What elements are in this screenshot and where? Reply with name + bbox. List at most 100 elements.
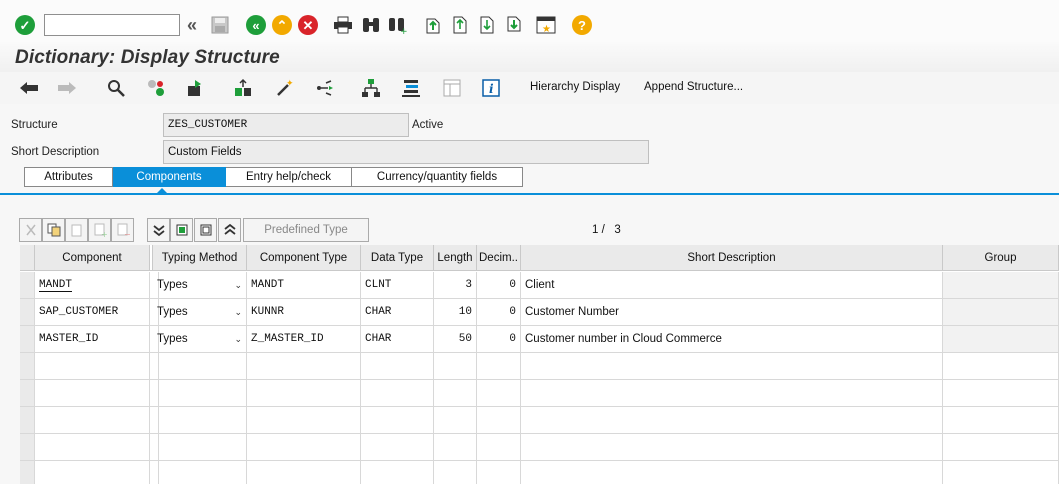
back-icon[interactable]: « <box>245 14 267 36</box>
cell-data-type[interactable]: CHAR <box>361 299 434 326</box>
delete-row-button[interactable]: − <box>111 218 134 242</box>
chevron-down-icon[interactable]: ⌄ <box>234 307 242 318</box>
column-header-short-description[interactable]: Short Description <box>521 245 943 271</box>
column-header-group[interactable]: Group <box>943 245 1059 271</box>
cell-component[interactable]: MASTER_ID <box>35 326 150 353</box>
cell-group[interactable] <box>943 380 1059 407</box>
row-selector[interactable] <box>20 299 35 326</box>
cell-component-type[interactable] <box>247 353 361 380</box>
tab-components[interactable]: Components <box>113 167 226 187</box>
row-selector[interactable] <box>20 461 35 484</box>
other-object-icon[interactable] <box>184 78 206 98</box>
include-expand-button[interactable] <box>170 218 193 242</box>
cell-short-description[interactable]: Client <box>521 272 943 299</box>
tab-currency-quantity-fields[interactable]: Currency/quantity fields <box>352 167 523 187</box>
cell-component[interactable] <box>35 434 150 461</box>
cell-decimals[interactable]: 0 <box>477 326 521 353</box>
cell-length[interactable]: 50 <box>434 326 477 353</box>
cell-length[interactable]: 3 <box>434 272 477 299</box>
structure-field[interactable]: ZES_CUSTOMER <box>163 113 409 137</box>
cell-data-type[interactable]: CLNT <box>361 272 434 299</box>
command-field[interactable] <box>44 14 180 36</box>
back-arrow-icon[interactable] <box>18 78 40 98</box>
chevron-down-icon[interactable]: ⌄ <box>234 334 242 345</box>
cell-typing-method[interactable] <box>153 380 247 407</box>
cell-short-description[interactable] <box>521 461 943 484</box>
column-header-data-type[interactable]: Data Type <box>361 245 434 271</box>
cell-length[interactable] <box>434 380 477 407</box>
select-all-header[interactable] <box>20 245 35 271</box>
cell-group[interactable] <box>943 272 1059 299</box>
cell-decimals[interactable] <box>477 434 521 461</box>
cell-group[interactable] <box>943 299 1059 326</box>
cell-short-description[interactable] <box>521 434 943 461</box>
chevron-down-icon[interactable]: ⌄ <box>234 280 242 291</box>
tab-entry-help-check[interactable]: Entry help/check <box>226 167 352 187</box>
info-icon[interactable]: i <box>480 78 502 98</box>
cell-data-type[interactable] <box>361 353 434 380</box>
cell-component-type[interactable]: MANDT <box>247 272 361 299</box>
row-selector[interactable] <box>20 434 35 461</box>
enter-icon[interactable]: ✓ <box>14 14 36 36</box>
cell-component[interactable] <box>35 407 150 434</box>
cell-component[interactable] <box>35 353 150 380</box>
expand-all-button[interactable] <box>147 218 170 242</box>
table-layout-icon[interactable] <box>441 78 463 98</box>
where-used-icon[interactable] <box>232 78 254 98</box>
cell-data-type[interactable] <box>361 461 434 484</box>
hierarchy-icon[interactable] <box>360 78 382 98</box>
magic-wand-icon[interactable]: ✦ <box>274 78 296 98</box>
cell-data-type[interactable]: CHAR <box>361 326 434 353</box>
cell-decimals[interactable] <box>477 380 521 407</box>
display-change-icon[interactable] <box>105 78 127 98</box>
cell-data-type[interactable] <box>361 407 434 434</box>
cell-component-type[interactable] <box>247 380 361 407</box>
cell-component-type[interactable]: Z_MASTER_ID <box>247 326 361 353</box>
row-selector[interactable] <box>20 380 35 407</box>
previous-page-icon[interactable] <box>449 14 471 36</box>
copy-row-button[interactable] <box>42 218 65 242</box>
row-selector[interactable] <box>20 272 35 299</box>
cell-component[interactable] <box>35 380 150 407</box>
cell-group[interactable] <box>943 461 1059 484</box>
forward-arrow-icon[interactable] <box>56 78 78 98</box>
active-inactive-icon[interactable] <box>145 78 167 98</box>
cell-short-description[interactable] <box>521 353 943 380</box>
collapse-all-button[interactable] <box>218 218 241 242</box>
create-session-icon[interactable]: ★ <box>535 14 557 36</box>
cell-decimals[interactable]: 0 <box>477 299 521 326</box>
cell-typing-method[interactable] <box>153 407 247 434</box>
first-page-icon[interactable] <box>422 14 444 36</box>
command-field-toggle-icon[interactable]: « <box>181 14 203 36</box>
next-page-icon[interactable] <box>476 14 498 36</box>
cell-component[interactable] <box>35 461 150 484</box>
find-icon[interactable] <box>360 14 382 36</box>
cell-component-type[interactable]: KUNNR <box>247 299 361 326</box>
cell-decimals[interactable] <box>477 407 521 434</box>
row-selector[interactable] <box>20 326 35 353</box>
insert-row-button[interactable]: + <box>88 218 111 242</box>
help-icon[interactable]: ? <box>571 14 593 36</box>
tab-attributes[interactable]: Attributes <box>24 167 113 187</box>
cell-typing-method[interactable] <box>153 434 247 461</box>
cell-length[interactable] <box>434 461 477 484</box>
print-icon[interactable] <box>332 14 354 36</box>
cell-data-type[interactable] <box>361 434 434 461</box>
navigation-icon[interactable] <box>314 78 336 98</box>
hierarchy-display-button[interactable]: Hierarchy Display <box>530 81 620 93</box>
cell-component[interactable]: SAP_CUSTOMER <box>35 299 150 326</box>
cut-row-button[interactable] <box>19 218 42 242</box>
cell-group[interactable] <box>943 326 1059 353</box>
append-structure-button[interactable]: Append Structure... <box>644 81 743 93</box>
cancel-icon[interactable]: ✕ <box>297 14 319 36</box>
find-next-icon[interactable]: + <box>386 14 408 36</box>
save-icon[interactable] <box>209 14 231 36</box>
row-selector[interactable] <box>20 407 35 434</box>
cell-typing-method[interactable]: Types ⌄ <box>153 299 247 326</box>
row-selector[interactable] <box>20 353 35 380</box>
predefined-type-button[interactable]: Predefined Type <box>243 218 369 242</box>
cell-component-type[interactable] <box>247 434 361 461</box>
column-header-decimals[interactable]: Decim.. <box>477 245 521 271</box>
cell-length[interactable] <box>434 353 477 380</box>
column-header-typing-method[interactable]: Typing Method <box>153 245 247 271</box>
